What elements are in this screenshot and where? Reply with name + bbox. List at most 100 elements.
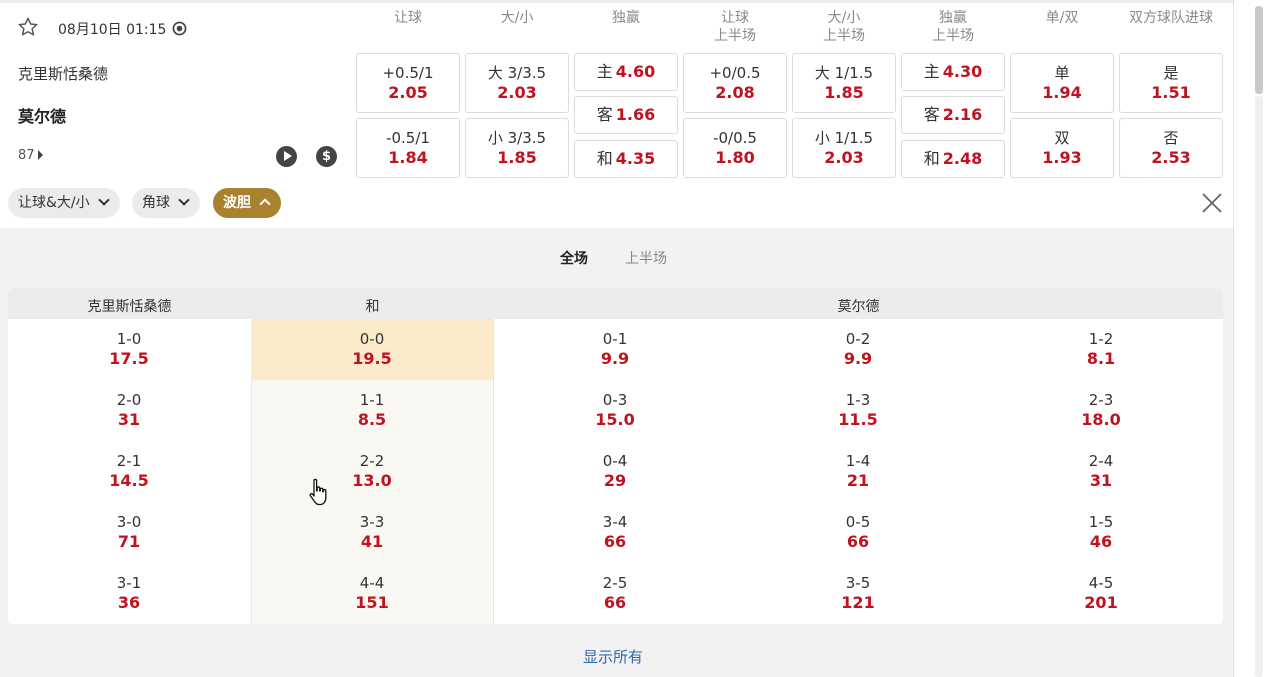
odds-button[interactable]: 主 4.60 [574, 53, 678, 91]
score-odds: 31 [117, 410, 141, 429]
odds-button[interactable]: -0.5/1 1.84 [356, 118, 460, 178]
play-icon[interactable] [276, 146, 297, 167]
chevron-down-icon [97, 194, 110, 206]
filter-corners[interactable]: 角球 [132, 188, 200, 218]
odds-button[interactable]: 大 3/3.5 2.03 [465, 53, 569, 113]
column-header-line2: 上半场 [823, 28, 865, 44]
score-odds: 18.0 [1081, 410, 1121, 429]
score-label: 0-1 [602, 330, 628, 348]
dollar-icon[interactable]: $ [316, 146, 337, 167]
odds-button[interactable]: 单 1.94 [1010, 53, 1114, 113]
score-label: 1-2 [1088, 330, 1114, 348]
score-cell[interactable]: 0-0 19.5 [251, 319, 493, 380]
filter-handicap-ou[interactable]: 让球&大/小 [8, 188, 120, 218]
score-cell[interactable]: 4-4 151 [251, 563, 493, 624]
odds-button[interactable]: +0.5/1 2.05 [356, 53, 460, 113]
score-odds: 121 [841, 593, 875, 612]
score-cell[interactable]: 1-5 46 [980, 502, 1222, 563]
score-cell[interactable]: 3-4 66 [494, 502, 736, 563]
odds-button[interactable]: 双 1.93 [1010, 118, 1114, 178]
odds-value: 1.85 [824, 83, 864, 102]
live-icon [172, 21, 187, 36]
odds-button[interactable]: 否 2.53 [1119, 118, 1223, 178]
odds-button[interactable]: -0/0.5 1.80 [683, 118, 787, 178]
odds-value: 2.48 [942, 149, 983, 168]
odds-button[interactable]: 和 2.48 [901, 140, 1005, 178]
score-cell[interactable]: 2-2 13.0 [251, 441, 493, 502]
odds-button[interactable]: 主 4.30 [901, 53, 1005, 91]
score-label: 3-4 [602, 513, 628, 531]
scrollbar-track[interactable] [1255, 96, 1263, 677]
score-cell[interactable]: 1-4 21 [737, 441, 979, 502]
score-cell[interactable]: 3-5 121 [737, 563, 979, 624]
show-all-link[interactable]: 显示所有 [583, 646, 643, 667]
column-header-line1: 独赢 [939, 10, 967, 26]
score-cell[interactable]: 0-3 15.0 [494, 380, 736, 441]
header-home: 克里斯恬桑德 [87, 299, 172, 315]
score-label: 3-0 [116, 513, 142, 531]
score-odds: 15.0 [595, 410, 635, 429]
odds-value: 1.80 [715, 148, 755, 167]
score-cell[interactable]: 1-3 11.5 [737, 380, 979, 441]
score-cell[interactable]: 1-1 8.5 [251, 380, 493, 441]
odds-label: 客 [596, 105, 613, 124]
score-cell[interactable]: 2-5 66 [494, 563, 736, 624]
score-odds: 66 [603, 593, 627, 612]
score-label: 1-0 [116, 330, 142, 348]
caret-right-icon [37, 150, 43, 160]
score-cell[interactable]: 3-0 71 [8, 502, 250, 563]
column-header-line1: 让球 [394, 10, 422, 26]
scrollbar-thumb[interactable] [1255, 6, 1263, 94]
odds-button[interactable]: 客 2.16 [901, 96, 1005, 134]
odds-label: +0/0.5 [709, 64, 761, 82]
odds-label: -0/0.5 [713, 129, 757, 147]
chevron-down-icon [178, 194, 190, 206]
score-cell[interactable]: 0-1 9.9 [494, 319, 736, 380]
odds-button[interactable]: 客 1.66 [574, 96, 678, 134]
table-header: 克里斯恬桑德 和 莫尔德 [8, 288, 1223, 319]
scrollbar[interactable] [1233, 0, 1268, 677]
score-cell[interactable]: 2-1 14.5 [8, 441, 250, 502]
star-icon[interactable] [17, 16, 39, 38]
score-cell[interactable]: 0-2 9.9 [737, 319, 979, 380]
filter-correct-score[interactable]: 波胆 [213, 188, 281, 218]
odds-button[interactable]: 大 1/1.5 1.85 [792, 53, 896, 113]
tab-first-half[interactable]: 上半场 [625, 248, 667, 268]
match-time: 08月10日 01:15 [58, 22, 167, 38]
match-minute[interactable]: 87 [18, 148, 43, 163]
filter-label: 波胆 [223, 195, 251, 211]
score-cell[interactable]: 3-1 36 [8, 563, 250, 624]
home-team-name: 克里斯恬桑德 [18, 65, 109, 83]
score-label: 1-5 [1088, 513, 1114, 531]
score-cell[interactable]: 2-3 18.0 [980, 380, 1222, 441]
score-label: 1-1 [359, 391, 385, 409]
score-cell[interactable]: 1-0 17.5 [8, 319, 250, 380]
score-cell[interactable]: 0-4 29 [494, 441, 736, 502]
close-icon[interactable] [1201, 192, 1223, 214]
odds-value: 1.93 [1042, 148, 1082, 167]
odds-button[interactable]: 是 1.51 [1119, 53, 1223, 113]
column-header-line2: 上半场 [714, 28, 756, 44]
score-cell[interactable]: 2-0 31 [8, 380, 250, 441]
score-cell[interactable]: 1-2 8.1 [980, 319, 1222, 380]
score-label: 0-4 [602, 452, 628, 470]
odds-value: 1.51 [1151, 83, 1191, 102]
score-odds: 71 [117, 532, 141, 551]
score-label: 1-3 [845, 391, 871, 409]
tab-full-time[interactable]: 全场 [560, 248, 588, 268]
odds-button[interactable]: +0/0.5 2.08 [683, 53, 787, 113]
score-odds: 66 [846, 532, 870, 551]
column-header: 独赢 [574, 9, 678, 27]
odds-label: +0.5/1 [382, 64, 434, 82]
column-header: 大/小 上半场 [792, 9, 896, 45]
score-cell[interactable]: 2-4 31 [980, 441, 1222, 502]
score-cell[interactable]: 4-5 201 [980, 563, 1222, 624]
minute-value: 87 [18, 148, 35, 163]
score-cell[interactable]: 3-3 41 [251, 502, 493, 563]
odds-button[interactable]: 小 1/1.5 2.03 [792, 118, 896, 178]
odds-value: 4.60 [615, 62, 656, 81]
score-cell[interactable]: 0-5 66 [737, 502, 979, 563]
odds-button[interactable]: 小 3/3.5 1.85 [465, 118, 569, 178]
column-header: 让球 [356, 9, 460, 27]
odds-button[interactable]: 和 4.35 [574, 140, 678, 178]
